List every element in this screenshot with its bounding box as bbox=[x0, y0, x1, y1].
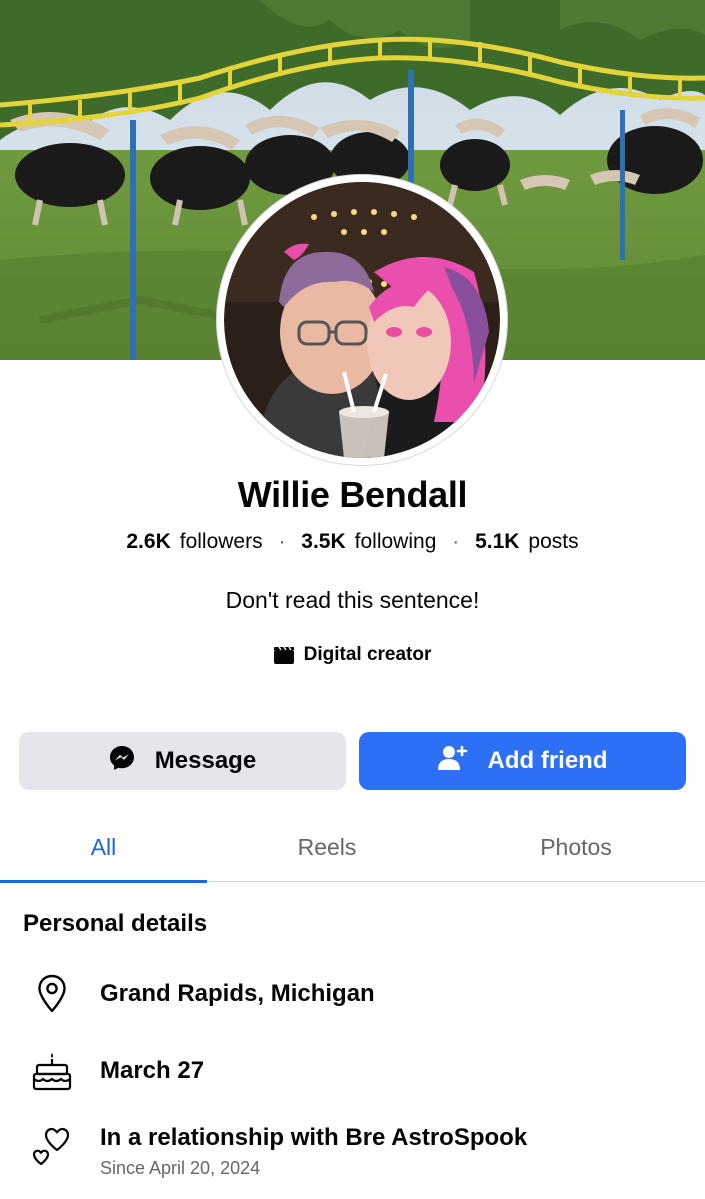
posts-count: 5.1K bbox=[475, 530, 520, 553]
following-count: 3.5K bbox=[301, 530, 346, 553]
relationship-text: In a relationship with Bre AstroSpook bbox=[100, 1124, 528, 1151]
tab-reels[interactable]: Reels bbox=[207, 812, 447, 882]
location-text: Grand Rapids, Michigan bbox=[100, 980, 375, 1007]
messenger-icon bbox=[109, 745, 135, 778]
stats-separator: · bbox=[278, 530, 286, 553]
profile-tabs: All Reels Photos bbox=[0, 812, 705, 883]
message-button[interactable]: Message bbox=[19, 732, 346, 790]
profile-category: Digital creator bbox=[0, 644, 705, 666]
tab-photos[interactable]: Photos bbox=[447, 812, 705, 882]
profile-stats: 2.6K followers · 3.5K following · 5.1K post… bbox=[0, 530, 705, 554]
tab-all[interactable]: All bbox=[0, 812, 207, 883]
followers-count: 2.6K bbox=[126, 530, 171, 553]
detail-relationship[interactable]: In a relationship with Bre AstroSpook Si… bbox=[0, 1118, 705, 1193]
clapperboard-icon bbox=[273, 646, 294, 664]
detail-location[interactable]: Grand Rapids, Michigan bbox=[0, 968, 705, 1028]
add-friend-button[interactable]: Add friend bbox=[359, 732, 686, 790]
profile-avatar[interactable] bbox=[217, 175, 507, 465]
following-label: following bbox=[354, 530, 437, 553]
birthday-text: March 27 bbox=[100, 1057, 205, 1084]
followers-label: followers bbox=[179, 530, 263, 553]
map-pin-icon bbox=[30, 972, 74, 1016]
followers-link[interactable]: 2.6K followers bbox=[126, 530, 268, 553]
profile-photo bbox=[224, 182, 500, 458]
relationship-since: Since April 20, 2024 bbox=[100, 1158, 261, 1178]
personal-details-title: Personal details bbox=[23, 910, 208, 937]
posts-link[interactable]: 5.1K posts bbox=[475, 530, 579, 553]
category-label: Digital creator bbox=[303, 644, 432, 665]
following-link[interactable]: 3.5K following bbox=[301, 530, 442, 553]
profile-name: Willie Bendall bbox=[237, 474, 468, 515]
add-friend-label: Add friend bbox=[487, 747, 608, 774]
posts-label: posts bbox=[528, 530, 579, 553]
add-person-icon bbox=[437, 745, 468, 778]
detail-birthday: March 27 bbox=[0, 1046, 705, 1106]
profile-bio: Don't read this sentence! bbox=[225, 587, 480, 613]
message-label: Message bbox=[154, 747, 257, 774]
stats-separator: · bbox=[452, 530, 460, 553]
birthday-cake-icon bbox=[30, 1050, 74, 1094]
hearts-icon bbox=[30, 1124, 74, 1168]
